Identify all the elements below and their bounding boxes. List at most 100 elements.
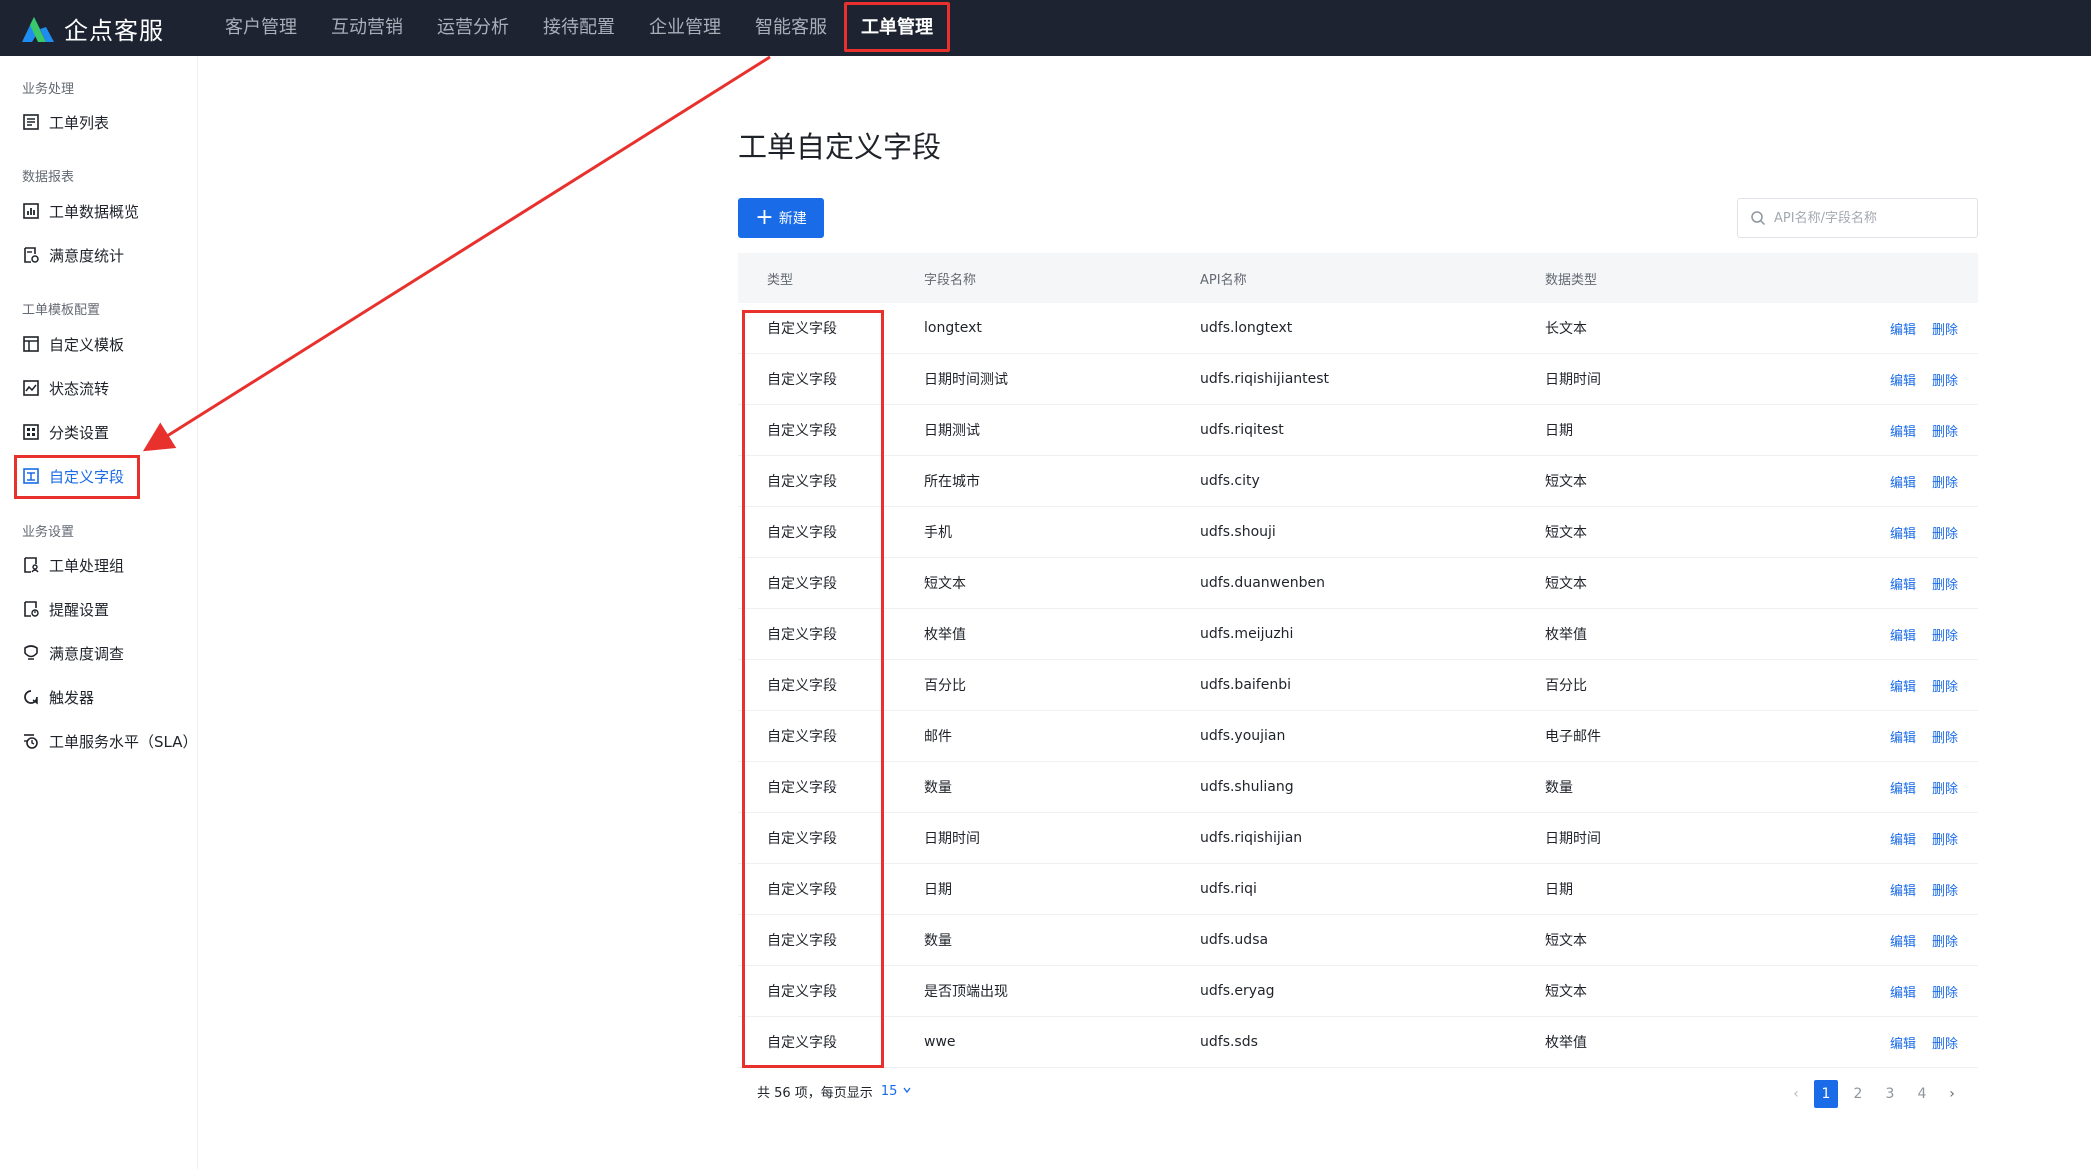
annotation-arrow-line <box>142 55 771 452</box>
cell-api-name: udfs.duanwenben <box>1200 575 1325 591</box>
sidebar-item-satisfaction-stats[interactable]: 满意度统计 <box>0 233 197 277</box>
edit-link[interactable]: 编辑 <box>1890 778 1916 797</box>
next-page-icon[interactable]: › <box>1938 1086 1966 1102</box>
edit-link[interactable]: 编辑 <box>1890 472 1916 491</box>
cell-actions: 编辑 删除 <box>1845 523 1978 542</box>
page-3[interactable]: 3 <box>1878 1080 1902 1108</box>
delete-link[interactable]: 删除 <box>1932 676 1958 695</box>
cell-field-name: 所在城市 <box>924 474 980 490</box>
cell-field-name: 日期时间 <box>924 831 980 847</box>
column-header-api-name: API名称 <box>1200 272 1247 288</box>
cell-data-type: 长文本 <box>1545 321 1587 337</box>
cell-type: 自定义字段 <box>767 780 837 796</box>
table-row: 自定义字段 是否顶端出现 udfs.eryag 短文本 编辑 删除 <box>738 966 1978 1017</box>
nav-operation-analysis[interactable]: 运营分析 <box>420 0 526 56</box>
sidebar-item-sla[interactable]: 工单服务水平（SLA） <box>0 719 219 763</box>
cell-type: 自定义字段 <box>767 576 837 592</box>
sidebar-item-trigger[interactable]: 触发器 <box>0 675 197 719</box>
cell-type: 自定义字段 <box>767 1035 837 1051</box>
nav-smart-service[interactable]: 智能客服 <box>738 0 844 56</box>
sidebar-item-custom-template[interactable]: 自定义模板 <box>0 322 197 366</box>
cell-field-name: 日期测试 <box>924 423 980 439</box>
nav-customer-management[interactable]: 客户管理 <box>208 0 314 56</box>
cell-field-name: 手机 <box>924 525 952 541</box>
delete-link[interactable]: 删除 <box>1932 472 1958 491</box>
sidebar-item-satisfaction-survey[interactable]: 满意度调查 <box>0 631 197 675</box>
brand[interactable]: 企点客服 <box>20 11 200 46</box>
sidebar-item-label: 自定义字段 <box>49 467 125 486</box>
edit-link[interactable]: 编辑 <box>1890 574 1916 593</box>
cell-field-name: longtext <box>924 320 982 336</box>
sidebar-item-data-overview[interactable]: 工单数据概览 <box>0 189 197 233</box>
edit-link[interactable]: 编辑 <box>1890 319 1916 338</box>
sidebar-item-reminder-settings[interactable]: 提醒设置 <box>0 587 197 631</box>
plus-icon: + <box>755 205 774 230</box>
cell-field-name: 百分比 <box>924 678 966 694</box>
delete-link[interactable]: 删除 <box>1932 319 1958 338</box>
search-box[interactable] <box>1737 198 1978 238</box>
delete-link[interactable]: 删除 <box>1932 625 1958 644</box>
sidebar-item-ticket-list[interactable]: 工单列表 <box>0 100 197 144</box>
cell-field-name: 邮件 <box>924 729 952 745</box>
sidebar-item-processing-group[interactable]: 工单处理组 <box>0 543 197 587</box>
page-size-select[interactable]: 15 <box>881 1084 912 1099</box>
page-1[interactable]: 1 <box>1814 1080 1838 1108</box>
edit-link[interactable]: 编辑 <box>1890 829 1916 848</box>
edit-link[interactable]: 编辑 <box>1890 676 1916 695</box>
chevron-down-icon <box>902 1087 911 1094</box>
cell-field-name: 日期 <box>924 882 952 898</box>
delete-link[interactable]: 删除 <box>1932 982 1958 1001</box>
cell-field-name: 数量 <box>924 933 952 949</box>
sidebar-item-label: 满意度统计 <box>49 246 125 265</box>
delete-link[interactable]: 删除 <box>1932 727 1958 746</box>
edit-link[interactable]: 编辑 <box>1890 421 1916 440</box>
cell-actions: 编辑 删除 <box>1845 829 1978 848</box>
cell-data-type: 日期 <box>1545 423 1573 439</box>
edit-link[interactable]: 编辑 <box>1890 625 1916 644</box>
edit-link[interactable]: 编辑 <box>1890 370 1916 389</box>
edit-link[interactable]: 编辑 <box>1890 1033 1916 1052</box>
sidebar: 业务处理 工单列表 数据报表 工单数据概览 满意度统计 工单模板配置 自定义模板… <box>0 56 198 1169</box>
delete-link[interactable]: 删除 <box>1932 523 1958 542</box>
delete-link[interactable]: 删除 <box>1932 880 1958 899</box>
sidebar-item-label: 工单服务水平（SLA） <box>49 732 198 751</box>
reminder-icon <box>24 601 39 617</box>
delete-link[interactable]: 删除 <box>1932 421 1958 440</box>
sidebar-item-custom-field[interactable]: 自定义字段 <box>0 454 197 499</box>
nav-ticket-management[interactable]: 工单管理 <box>844 0 950 56</box>
search-input[interactable] <box>1772 209 1966 227</box>
page-4[interactable]: 4 <box>1910 1080 1934 1108</box>
edit-link[interactable]: 编辑 <box>1890 931 1916 950</box>
sidebar-item-category-settings[interactable]: 分类设置 <box>0 410 197 454</box>
column-header-field-name: 字段名称 <box>924 272 977 288</box>
cell-actions: 编辑 删除 <box>1845 370 1978 389</box>
sidebar-group-title: 工单模板配置 <box>22 303 101 318</box>
page-2[interactable]: 2 <box>1846 1080 1870 1108</box>
edit-link[interactable]: 编辑 <box>1890 880 1916 899</box>
table-row: 自定义字段 wwe udfs.sds 枚举值 编辑 删除 <box>738 1017 1978 1068</box>
cell-type: 自定义字段 <box>767 372 837 388</box>
sidebar-group-title: 业务处理 <box>22 82 75 97</box>
delete-link[interactable]: 删除 <box>1932 829 1958 848</box>
edit-link[interactable]: 编辑 <box>1890 727 1916 746</box>
nav-enterprise-management[interactable]: 企业管理 <box>632 0 738 56</box>
nav-interactive-marketing[interactable]: 互动营销 <box>314 0 420 56</box>
new-button-label: 新建 <box>778 211 807 227</box>
prev-page-icon[interactable]: ‹ <box>1782 1086 1810 1102</box>
delete-link[interactable]: 删除 <box>1932 931 1958 950</box>
sidebar-item-status-flow[interactable]: 状态流转 <box>0 366 197 410</box>
cell-actions: 编辑 删除 <box>1845 880 1978 899</box>
nav-reception-config[interactable]: 接待配置 <box>526 0 632 56</box>
edit-link[interactable]: 编辑 <box>1890 982 1916 1001</box>
new-field-button[interactable]: + 新建 <box>738 198 824 238</box>
delete-link[interactable]: 删除 <box>1932 574 1958 593</box>
brand-logo-icon <box>22 17 54 42</box>
delete-link[interactable]: 删除 <box>1932 370 1958 389</box>
delete-link[interactable]: 删除 <box>1932 1033 1958 1052</box>
edit-link[interactable]: 编辑 <box>1890 523 1916 542</box>
cell-field-name: 数量 <box>924 780 952 796</box>
delete-link[interactable]: 删除 <box>1932 778 1958 797</box>
cell-type: 自定义字段 <box>767 831 837 847</box>
total-count-text: 共 56 项，每页显示 <box>757 1086 873 1101</box>
cell-api-name: udfs.udsa <box>1200 932 1269 948</box>
